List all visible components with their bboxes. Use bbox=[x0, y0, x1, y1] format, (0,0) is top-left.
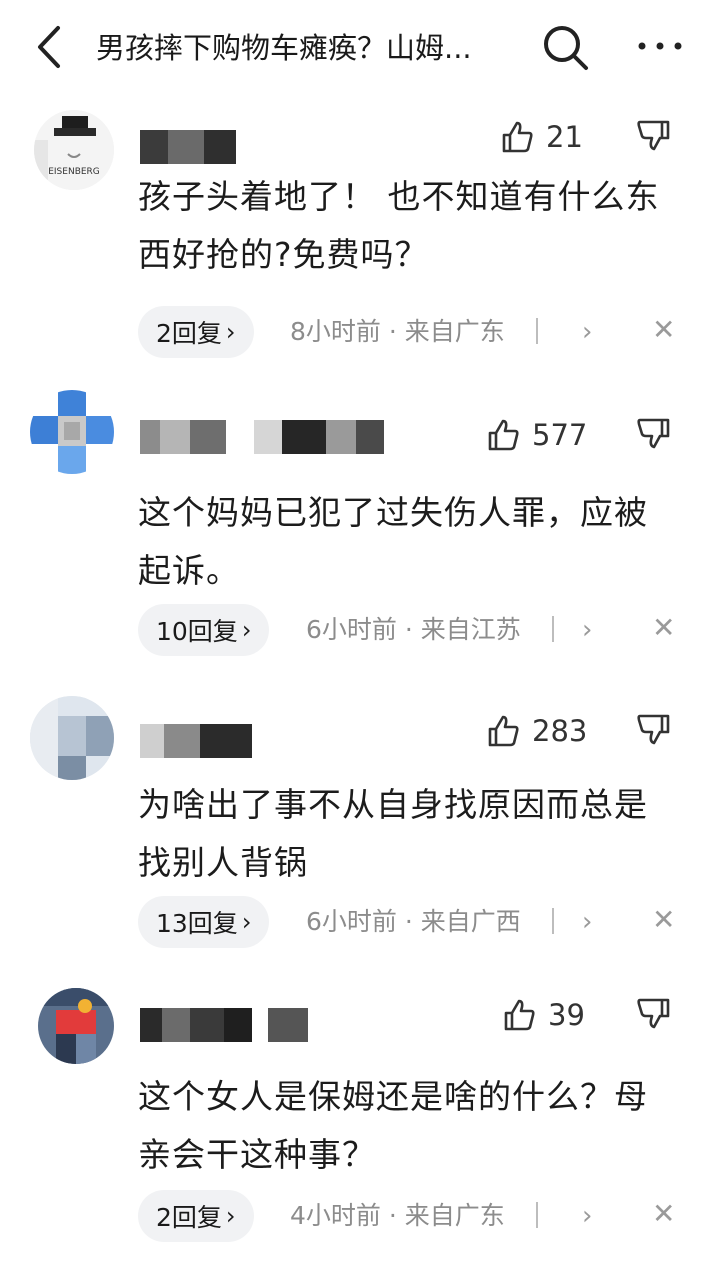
comment-text: 为啥出了事不从自身找原因而总是 找别人背锅 bbox=[138, 776, 683, 892]
like-button[interactable]: 283 bbox=[486, 704, 587, 758]
replies-button[interactable]: 13回复 › bbox=[138, 896, 270, 948]
like-count: 21 bbox=[546, 120, 583, 154]
thumbs-up-icon bbox=[504, 999, 535, 1031]
replies-button[interactable]: 2回复 › bbox=[138, 1190, 254, 1242]
divider bbox=[552, 908, 554, 934]
chevron-right-icon: › bbox=[225, 1202, 236, 1230]
timestamp-location: 4小时前 · 来自广东 bbox=[290, 1201, 505, 1230]
avatar-image bbox=[30, 696, 114, 780]
expand-button[interactable]: › bbox=[582, 904, 592, 940]
divider bbox=[536, 1202, 538, 1228]
replies-count: 2回复 bbox=[156, 319, 222, 348]
replies-button[interactable]: 2回复 › bbox=[138, 306, 254, 358]
like-button[interactable]: 39 bbox=[502, 988, 585, 1042]
expand-button[interactable]: › bbox=[582, 612, 592, 648]
chevron-left-icon bbox=[38, 26, 60, 68]
replies-count: 2回复 bbox=[156, 1203, 222, 1232]
comment-text: 这个妈妈已犯了过失伤人罪，应被 起诉。 bbox=[138, 484, 683, 600]
avatar[interactable] bbox=[30, 696, 114, 780]
chevron-right-icon: › bbox=[241, 616, 252, 644]
comment-text: 孩子头着地了！ 也不知道有什么东 西好抢的?免费吗？ bbox=[138, 168, 683, 284]
comment-text-line: 找别人背锅 bbox=[138, 843, 308, 882]
dislike-button[interactable] bbox=[636, 416, 674, 456]
page-title: 男孩摔下购物车瘫痪？山姆... bbox=[96, 31, 472, 65]
thumbs-up-icon bbox=[488, 419, 519, 451]
comment-meta: 2回复 › 8小时前 · 来自广东 › ✕ bbox=[138, 306, 698, 358]
more-options-button[interactable] bbox=[632, 26, 688, 66]
comment-text-line: 这个女人是保姆还是啥的什么？母 bbox=[138, 1077, 648, 1116]
like-count: 283 bbox=[532, 714, 588, 748]
comment-item: EISENBERG 21 孩子头着地了！ 也不知道有什么东 西好抢的?免费吗？ … bbox=[0, 110, 719, 402]
username-redacted bbox=[140, 130, 240, 164]
avatar[interactable]: EISENBERG bbox=[34, 110, 114, 190]
avatar-image bbox=[30, 390, 114, 474]
thumbs-up-icon bbox=[488, 715, 519, 747]
like-button[interactable]: 21 bbox=[500, 110, 583, 164]
thumbs-down-icon bbox=[637, 120, 670, 151]
thumbs-down-icon bbox=[637, 714, 670, 745]
avatar[interactable] bbox=[38, 988, 114, 1064]
username-redacted bbox=[140, 420, 400, 454]
timestamp-location: 6小时前 · 来自江苏 bbox=[306, 615, 521, 644]
avatar-image: EISENBERG bbox=[34, 110, 114, 190]
username-redacted bbox=[140, 1008, 320, 1042]
comment-text-line: 起诉。 bbox=[138, 551, 240, 590]
comment-text-line: 西好抢的?免费吗？ bbox=[138, 235, 429, 274]
replies-count: 10回复 bbox=[156, 617, 238, 646]
like-button[interactable]: 577 bbox=[486, 408, 587, 462]
comment-item: 39 这个女人是保姆还是啥的什么？母 亲会干这种事？ 2回复 › 4小时前 · … bbox=[0, 988, 719, 1279]
avatar-logo-text: EISENBERG bbox=[48, 167, 100, 177]
like-count: 39 bbox=[548, 998, 585, 1032]
timestamp-location: 6小时前 · 来自广西 bbox=[306, 907, 521, 936]
comment-meta: 13回复 › 6小时前 · 来自广西 › ✕ bbox=[138, 896, 698, 948]
comment-meta: 10回复 › 6小时前 · 来自江苏 › ✕ bbox=[138, 604, 698, 656]
comment-text-line: 亲会干这种事？ bbox=[138, 1135, 376, 1174]
expand-button[interactable]: › bbox=[582, 314, 592, 350]
more-horizontal-icon bbox=[638, 42, 682, 50]
dislike-button[interactable] bbox=[636, 996, 674, 1036]
thumbs-down-icon bbox=[637, 418, 670, 449]
comment-text-line: 这个妈妈已犯了过失伤人罪，应被 bbox=[138, 493, 648, 532]
divider bbox=[536, 318, 538, 344]
username-redacted bbox=[140, 724, 260, 758]
thumbs-up-icon bbox=[502, 121, 533, 153]
search-button[interactable] bbox=[540, 22, 590, 72]
avatar-image bbox=[38, 988, 114, 1064]
chevron-right-icon: › bbox=[241, 908, 252, 936]
search-icon bbox=[544, 26, 588, 70]
close-icon[interactable]: ✕ bbox=[652, 1196, 675, 1232]
top-bar: 男孩摔下购物车瘫痪？山姆... bbox=[0, 0, 719, 96]
back-button[interactable] bbox=[28, 22, 72, 72]
divider bbox=[552, 616, 554, 642]
replies-button[interactable]: 10回复 › bbox=[138, 604, 270, 656]
timestamp-location: 8小时前 · 来自广东 bbox=[290, 317, 505, 346]
expand-button[interactable]: › bbox=[582, 1198, 592, 1234]
like-count: 577 bbox=[532, 418, 588, 452]
dislike-button[interactable] bbox=[636, 118, 674, 158]
comment-text-line: 孩子头着地了！ 也不知道有什么东 bbox=[138, 177, 660, 216]
chevron-right-icon: › bbox=[225, 318, 236, 346]
thumbs-down-icon bbox=[637, 998, 670, 1029]
comment-item: 577 这个妈妈已犯了过失伤人罪，应被 起诉。 10回复 › 6小时前 · 来自… bbox=[0, 390, 719, 688]
replies-count: 13回复 bbox=[156, 909, 238, 938]
close-icon[interactable]: ✕ bbox=[652, 902, 675, 938]
comment-meta: 2回复 › 4小时前 · 来自广东 › ✕ bbox=[138, 1190, 698, 1242]
close-icon[interactable]: ✕ bbox=[652, 610, 675, 646]
comment-text-line: 为啥出了事不从自身找原因而总是 bbox=[138, 785, 648, 824]
comment-text: 这个女人是保姆还是啥的什么？母 亲会干这种事？ bbox=[138, 1068, 683, 1184]
dislike-button[interactable] bbox=[636, 712, 674, 752]
avatar[interactable] bbox=[30, 390, 114, 474]
close-icon[interactable]: ✕ bbox=[652, 312, 675, 348]
comment-item: 283 为啥出了事不从自身找原因而总是 找别人背锅 13回复 › 6小时前 · … bbox=[0, 696, 719, 992]
